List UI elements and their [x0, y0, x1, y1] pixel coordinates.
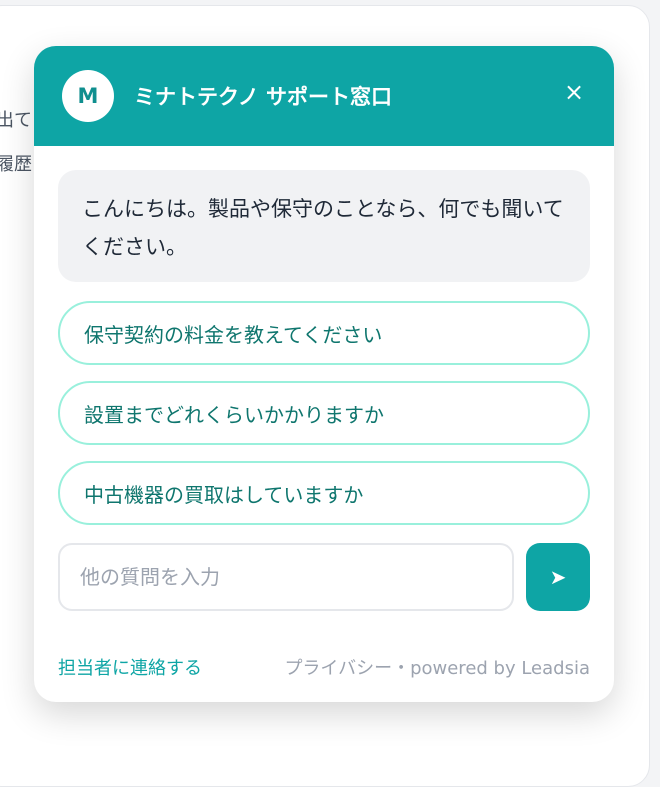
- chat-title: ミナトテクノ サポート窓口: [134, 85, 393, 109]
- suggestion-button-used-equipment[interactable]: 中古機器の買取はしていますか: [58, 461, 590, 525]
- brand-avatar: M: [62, 70, 114, 122]
- send-icon: ➤: [549, 565, 567, 589]
- chat-body: こんにちは。製品や保守のことなら、何でも聞いてください。 保守契約の料金を教えて…: [34, 146, 614, 611]
- bot-message: こんにちは。製品や保守のことなら、何でも聞いてください。: [58, 170, 590, 282]
- chat-footer: 担当者に連絡する プライバシー・powered by Leadsia: [58, 654, 590, 680]
- send-button[interactable]: ➤: [526, 543, 590, 611]
- contact-agent-link[interactable]: 担当者に連絡する: [58, 654, 202, 680]
- chat-widget: M ミナトテクノ サポート窓口 × こんにちは。製品や保守のことなら、何でも聞い…: [34, 46, 614, 702]
- background-text-line: 履歴: [0, 154, 32, 175]
- suggestion-button-installation-time[interactable]: 設置までどれくらいかかりますか: [58, 381, 590, 445]
- message-input[interactable]: [58, 543, 514, 611]
- background-text-line: 出て: [0, 110, 32, 131]
- message-input-row: ➤: [58, 543, 590, 611]
- privacy-credits-text[interactable]: プライバシー・powered by Leadsia: [284, 654, 590, 680]
- close-icon[interactable]: ×: [562, 80, 586, 104]
- chat-header: M ミナトテクノ サポート窓口 ×: [34, 46, 614, 146]
- suggestion-button-maintenance-fee[interactable]: 保守契約の料金を教えてください: [58, 301, 590, 365]
